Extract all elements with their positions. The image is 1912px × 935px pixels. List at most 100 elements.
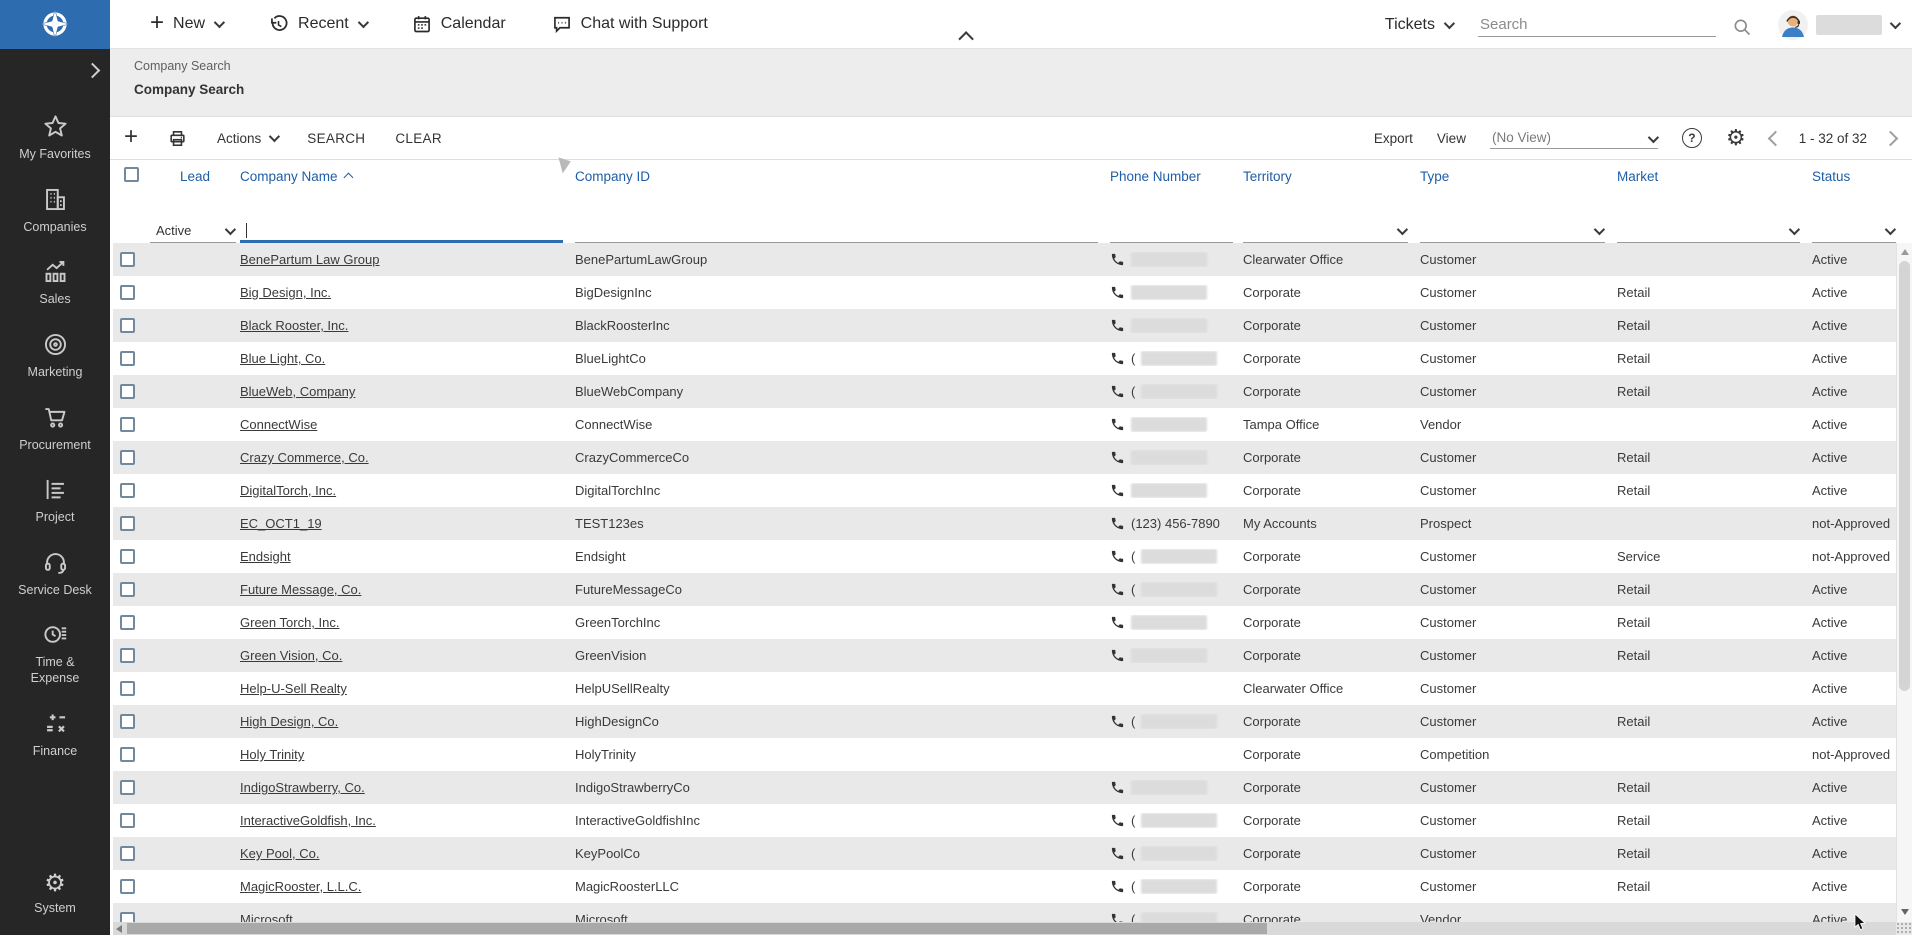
company-name-link[interactable]: Holy Trinity (240, 747, 304, 762)
phone-filter-input[interactable] (1110, 223, 1233, 243)
row-checkbox[interactable] (120, 252, 135, 267)
sidebar-item-project[interactable]: Project (0, 464, 110, 537)
row-checkbox[interactable] (120, 483, 135, 498)
search-icon[interactable] (1732, 17, 1752, 37)
company-name-link[interactable]: BlueWeb, Company (240, 384, 355, 399)
sidebar-item-finance[interactable]: Finance (0, 698, 110, 771)
row-checkbox[interactable] (120, 714, 135, 729)
company-name-link[interactable]: EC_OCT1_19 (240, 516, 322, 531)
row-checkbox[interactable] (120, 384, 135, 399)
clear-button[interactable]: CLEAR (395, 131, 442, 146)
calendar-button[interactable]: Calendar (412, 14, 506, 34)
horizontal-scrollbar-thumb[interactable] (127, 923, 1267, 934)
connectwise-logo[interactable] (0, 0, 110, 49)
company-name-link[interactable]: ConnectWise (240, 417, 317, 432)
vertical-scrollbar-thumb[interactable] (1899, 261, 1910, 691)
horizontal-scrollbar[interactable] (113, 922, 1896, 935)
company-id-filter-input[interactable] (575, 223, 1098, 243)
type-filter-select[interactable] (1420, 223, 1605, 243)
territory-filter-select[interactable] (1243, 223, 1408, 243)
next-page-button[interactable] (1883, 130, 1899, 146)
row-checkbox[interactable] (120, 285, 135, 300)
scroll-down-arrow-icon[interactable] (1901, 909, 1909, 915)
chat-support-button[interactable]: Chat with Support (552, 14, 708, 34)
help-button[interactable]: ? (1682, 128, 1702, 148)
column-header-market[interactable]: Market (1617, 160, 1812, 184)
add-record-button[interactable]: + (124, 127, 138, 149)
sidebar-item-time-expense[interactable]: Time & Expense (0, 609, 110, 697)
company-name-link[interactable]: DigitalTorch, Inc. (240, 483, 336, 498)
navbar-collapse-button[interactable] (962, 30, 973, 48)
row-checkbox[interactable] (120, 780, 135, 795)
status-filter-select[interactable] (1812, 223, 1896, 243)
company-name-link[interactable]: IndigoStrawberry, Co. (240, 780, 365, 795)
row-checkbox[interactable] (120, 351, 135, 366)
column-header-company-id[interactable]: Company ID (575, 160, 1110, 184)
settings-button[interactable]: ⚙ (1726, 127, 1746, 149)
export-button[interactable]: Export (1374, 131, 1413, 146)
row-checkbox[interactable] (120, 747, 135, 762)
recent-menu-button[interactable]: Recent (268, 14, 366, 35)
company-name-link[interactable]: Black Rooster, Inc. (240, 318, 348, 333)
view-select[interactable]: (No View) (1490, 128, 1658, 149)
previous-page-button[interactable] (1767, 130, 1783, 146)
company-name-link[interactable]: Green Torch, Inc. (240, 615, 339, 630)
search-button[interactable]: SEARCH (307, 131, 365, 146)
company-name-link[interactable]: Future Message, Co. (240, 582, 361, 597)
row-checkbox[interactable] (120, 318, 135, 333)
column-header-type[interactable]: Type (1420, 160, 1617, 184)
column-header-company-name[interactable]: Company Name (240, 160, 575, 184)
column-header-lead[interactable]: Lead (150, 160, 240, 184)
company-name-link[interactable]: MagicRooster, L.L.C. (240, 879, 361, 894)
breadcrumb[interactable]: Company Search (134, 59, 1912, 73)
sidebar-item-marketing[interactable]: Marketing (0, 319, 110, 392)
sidebar-item-companies[interactable]: Companies (0, 174, 110, 247)
sidebar-item-procurement[interactable]: Procurement (0, 392, 110, 465)
company-name-filter-input[interactable] (240, 223, 563, 243)
row-checkbox[interactable] (120, 681, 135, 696)
company-name-link[interactable]: Big Design, Inc. (240, 285, 331, 300)
user-menu-button[interactable] (1778, 10, 1898, 40)
market-filter-select[interactable] (1617, 223, 1800, 243)
company-name-link[interactable]: InteractiveGoldfish, Inc. (240, 813, 376, 828)
company-name-link[interactable]: Blue Light, Co. (240, 351, 325, 366)
row-checkbox[interactable] (120, 582, 135, 597)
row-checkbox[interactable] (120, 516, 135, 531)
row-checkbox[interactable] (120, 846, 135, 861)
company-name-link[interactable]: High Design, Co. (240, 714, 338, 729)
actions-menu-button[interactable]: Actions (217, 131, 277, 146)
row-checkbox[interactable] (120, 648, 135, 663)
column-header-territory[interactable]: Territory (1243, 160, 1420, 184)
company-name-link[interactable]: Help-U-Sell Realty (240, 681, 347, 696)
row-checkbox[interactable] (120, 549, 135, 564)
sidebar-item-service-desk[interactable]: Service Desk (0, 537, 110, 610)
lead-filter-select[interactable]: Active (150, 223, 236, 243)
company-name-link[interactable]: Endsight (240, 549, 291, 564)
global-search-input[interactable] (1478, 13, 1716, 37)
print-button[interactable] (168, 129, 187, 148)
column-header-status[interactable]: Status (1812, 160, 1896, 184)
company-name-link[interactable]: Crazy Commerce, Co. (240, 450, 369, 465)
select-all-checkbox[interactable] (124, 167, 139, 182)
row-checkbox[interactable] (120, 450, 135, 465)
sidebar-item-system[interactable]: ⚙ System (0, 872, 110, 917)
company-id-cell: MagicRoosterLLC (575, 879, 1110, 894)
column-header-phone-number[interactable]: Phone Number (1110, 160, 1243, 184)
scroll-left-arrow-icon[interactable] (116, 925, 122, 933)
company-name-link[interactable]: BenePartum Law Group (240, 252, 379, 267)
vertical-scrollbar[interactable] (1896, 243, 1912, 935)
market-cell: Retail (1617, 318, 1812, 333)
sidebar-expand-button[interactable] (87, 63, 98, 81)
sidebar-item-sales[interactable]: Sales (0, 246, 110, 319)
row-checkbox[interactable] (120, 615, 135, 630)
row-checkbox[interactable] (120, 813, 135, 828)
sidebar-item-my-favorites[interactable]: My Favorites (0, 101, 110, 174)
sidebar-item-label: My Favorites (19, 147, 91, 163)
new-menu-button[interactable]: + New (150, 13, 222, 35)
company-name-link[interactable]: Green Vision, Co. (240, 648, 342, 663)
tickets-menu-button[interactable]: Tickets (1385, 16, 1452, 34)
company-name-link[interactable]: Key Pool, Co. (240, 846, 320, 861)
scroll-up-arrow-icon[interactable] (1901, 249, 1909, 255)
row-checkbox[interactable] (120, 417, 135, 432)
row-checkbox[interactable] (120, 879, 135, 894)
